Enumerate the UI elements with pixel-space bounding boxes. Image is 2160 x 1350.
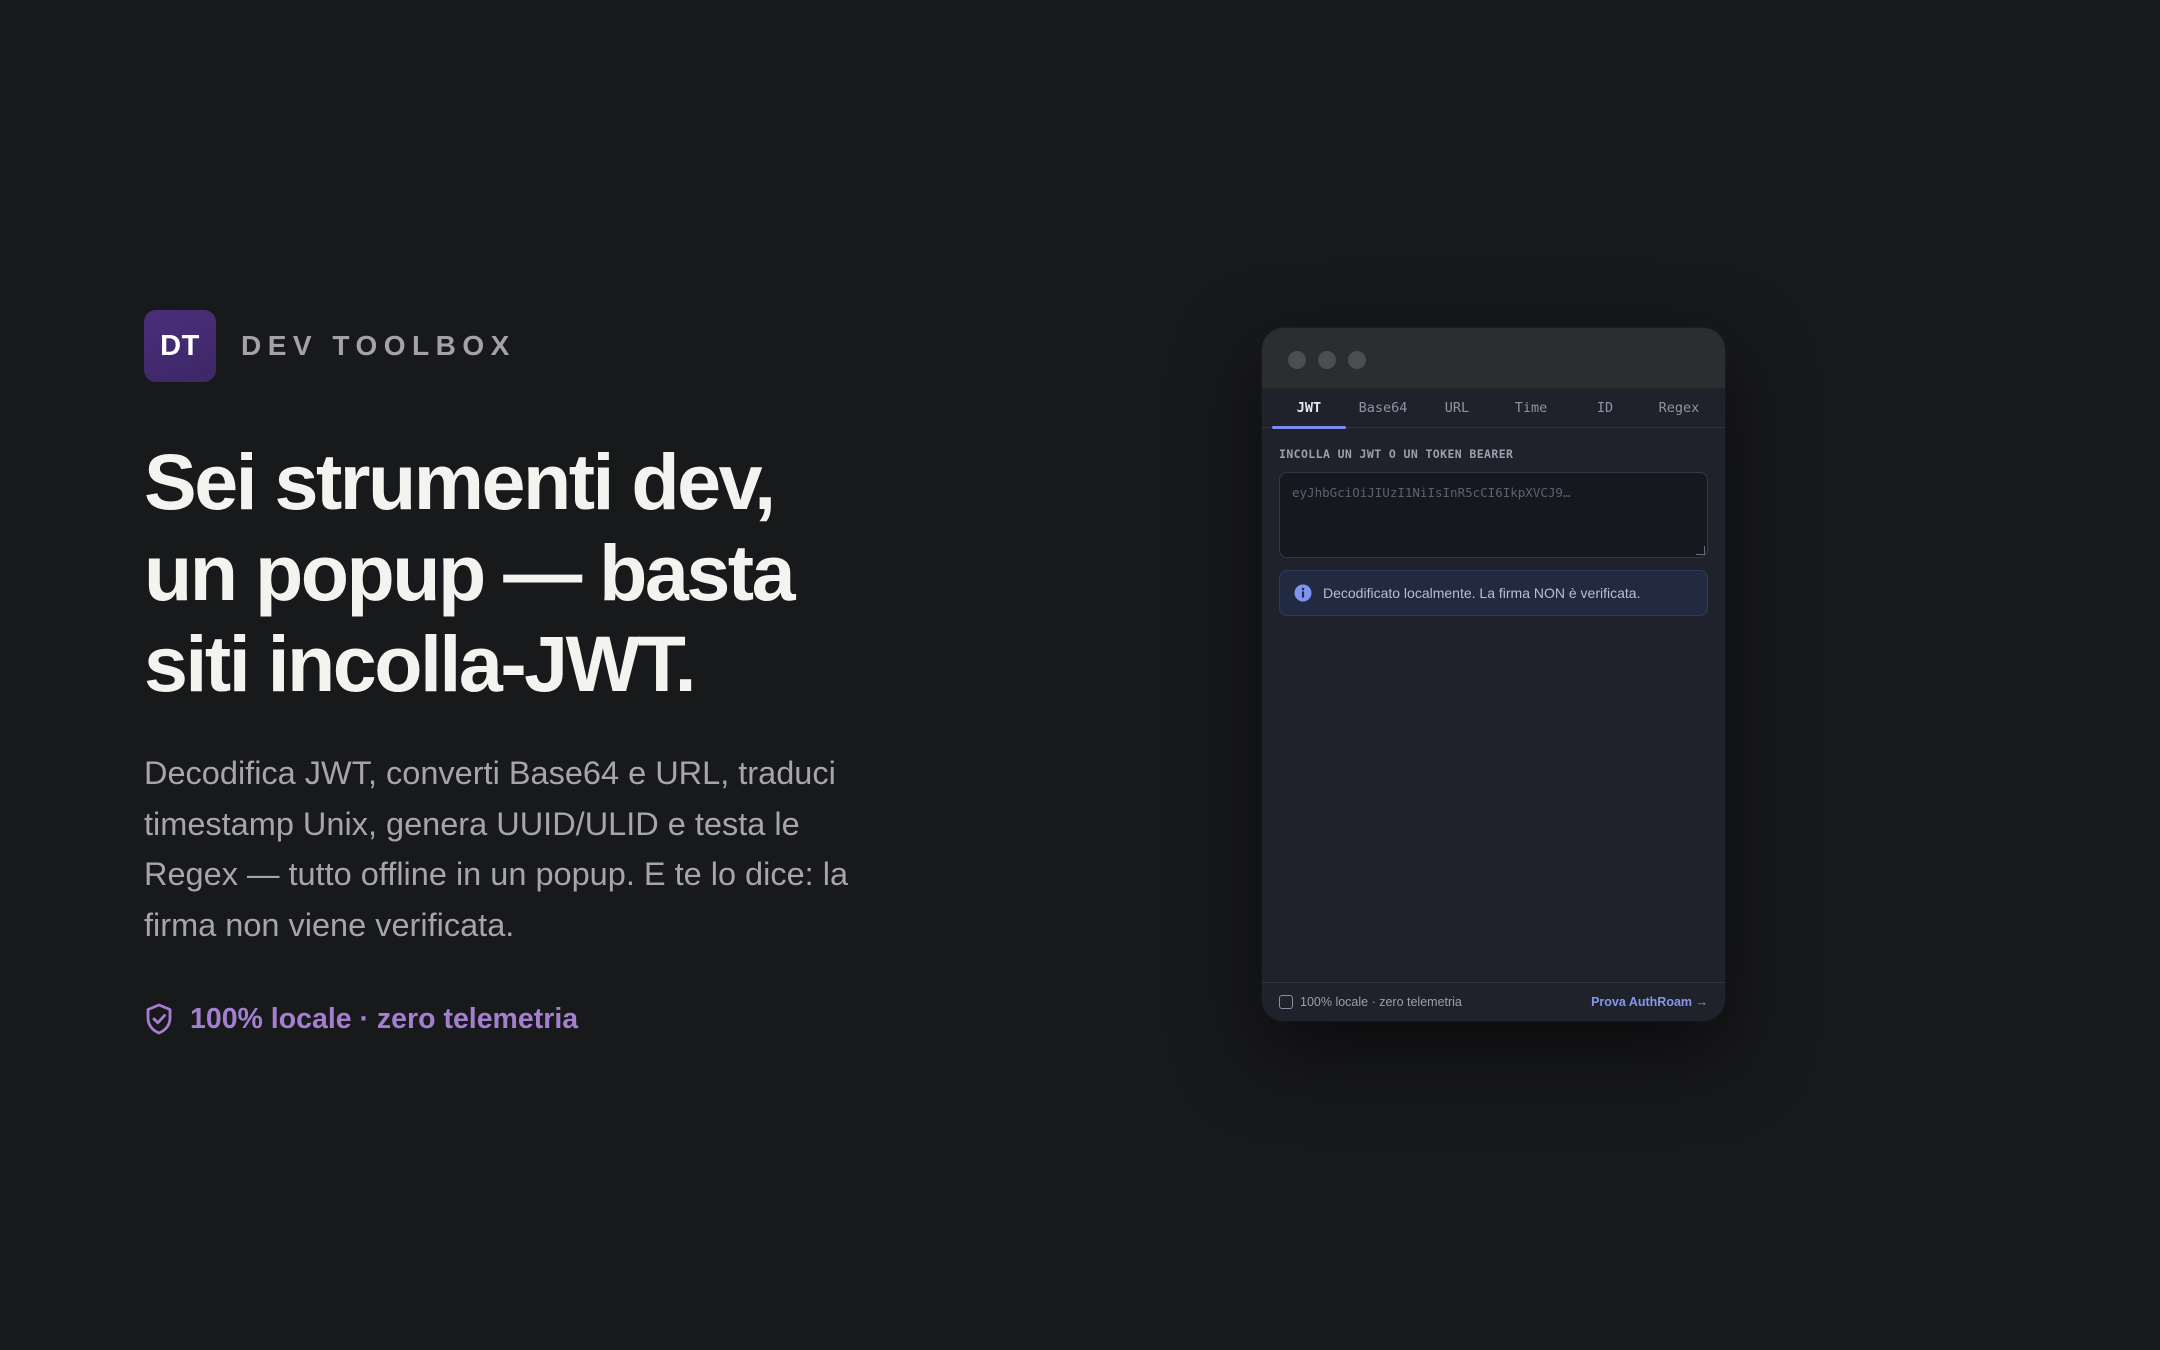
brand-name: DEV TOOLBOX: [241, 330, 516, 361]
resize-handle[interactable]: [1696, 546, 1705, 555]
headline-line: Sei strumenti dev,: [144, 437, 776, 526]
tab-time[interactable]: Time: [1494, 388, 1568, 428]
hero-headline: Sei strumenti dev, un popup — basta siti…: [144, 436, 904, 709]
shield-check-icon: [146, 1003, 172, 1035]
privacy-badge: 100% locale · zero telemetria: [144, 1002, 578, 1036]
tab-regex[interactable]: Regex: [1642, 388, 1716, 428]
tab-id[interactable]: ID: [1568, 388, 1642, 428]
verification-notice: Decodificato localmente. La firma NON è …: [1279, 570, 1708, 616]
local-mode-checkbox[interactable]: [1279, 995, 1293, 1009]
info-icon: [1294, 584, 1312, 602]
tool-tabs: JWT Base64 URL Time ID Regex: [1262, 388, 1725, 429]
token-input[interactable]: [1279, 472, 1708, 558]
extension-popup: JWT Base64 URL Time ID Regex INCOLLA UN …: [1262, 328, 1725, 1021]
authroam-link[interactable]: Prova AuthRoam →: [1591, 995, 1708, 1009]
notice-text: Decodificato localmente. La firma NON è …: [1323, 585, 1641, 601]
footer-note: 100% locale · zero telemetria: [1300, 995, 1462, 1009]
tab-base64[interactable]: Base64: [1346, 388, 1420, 428]
token-field-label: INCOLLA UN JWT O UN TOKEN BEARER: [1279, 447, 1514, 461]
tab-jwt[interactable]: JWT: [1272, 388, 1346, 429]
popup-footer: 100% locale · zero telemetria Prova Auth…: [1262, 982, 1725, 1021]
headline-line: un popup — basta: [144, 528, 796, 617]
tab-url[interactable]: URL: [1420, 388, 1494, 428]
brand: DT DEV TOOLBOX: [144, 310, 516, 382]
headline-line: siti incolla-JWT.: [144, 619, 697, 708]
privacy-badge-text: 100% locale · zero telemetria: [190, 1002, 579, 1035]
window-zoom-dot[interactable]: [1348, 351, 1366, 369]
window-minimize-dot[interactable]: [1318, 351, 1336, 369]
app-logo: DT: [144, 310, 216, 382]
window-close-dot[interactable]: [1288, 351, 1306, 369]
landing-page: DT DEV TOOLBOX Sei strumenti dev, un pop…: [0, 0, 2160, 1350]
hero-description: Decodifica JWT, converti Base64 e URL, t…: [144, 755, 849, 943]
window-titlebar: [1262, 328, 1725, 388]
